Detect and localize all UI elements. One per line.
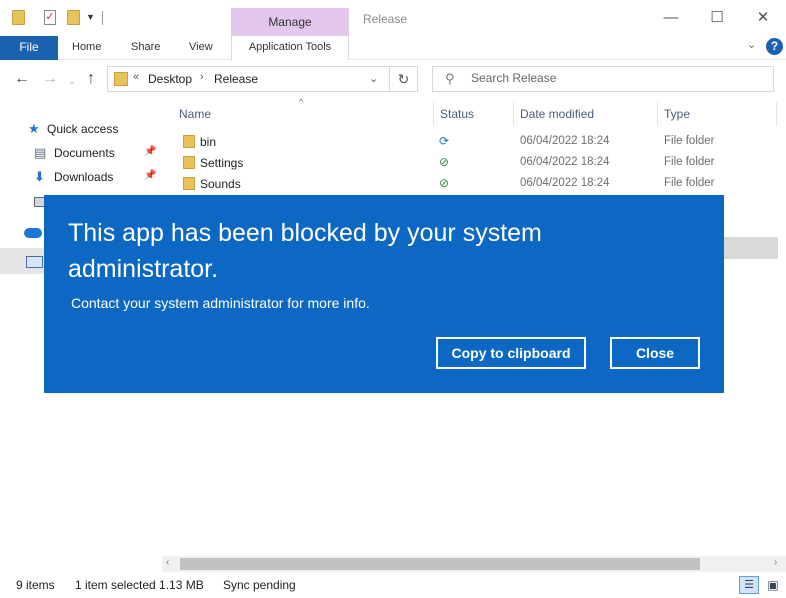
address-row: ← → ⌄ ↑ « Desktop › Release ⌄ ↻ ⚲	[0, 60, 786, 98]
column-divider[interactable]	[776, 102, 777, 126]
file-name: Sounds	[200, 177, 241, 191]
file-type: File folder	[664, 156, 715, 168]
column-header-type[interactable]: Type	[664, 107, 690, 121]
divider	[102, 11, 103, 25]
blocked-app-dialog: This app has been blocked by your system…	[44, 195, 724, 393]
sidebar-item-label: Downloads	[54, 170, 114, 184]
breadcrumb-overflow[interactable]: «	[133, 71, 139, 83]
sidebar-item-label: Documents	[54, 146, 115, 160]
breadcrumb-separator[interactable]: ›	[200, 71, 204, 83]
new-folder-icon[interactable]	[67, 10, 80, 25]
star-icon: ★	[28, 121, 40, 136]
up-arrow-icon[interactable]: ↑	[87, 70, 95, 88]
help-icon[interactable]: ?	[766, 38, 783, 55]
sort-ascending-icon: ^	[299, 97, 304, 107]
computer-icon	[26, 256, 43, 268]
tab-file[interactable]: File	[0, 36, 58, 60]
details-view-icon[interactable]: ☰	[739, 576, 759, 594]
close-button[interactable]: Close	[610, 337, 700, 369]
copy-to-clipboard-button[interactable]: Copy to clipboard	[436, 337, 586, 369]
pin-icon: 📌	[144, 170, 157, 181]
table-row[interactable]: Sounds ⊘ 06/04/2022 18:24 File folder	[162, 174, 786, 195]
search-box[interactable]: ⚲	[432, 66, 774, 92]
close-window-button[interactable]: ✕	[740, 4, 786, 32]
expand-ribbon-icon[interactable]: ⌄	[747, 38, 756, 51]
back-arrow-icon[interactable]: ←	[14, 70, 30, 88]
sync-status: Sync pending	[223, 578, 296, 592]
forward-arrow-icon[interactable]: →	[42, 70, 58, 88]
selection-info: 1 item selected 1.13 MB	[75, 578, 204, 592]
scroll-left-icon[interactable]: ‹	[166, 557, 169, 568]
dialog-message: Contact your system administrator for mo…	[71, 295, 370, 311]
folder-icon	[114, 72, 128, 86]
folder-icon	[12, 10, 25, 25]
tab-manage-label: Manage	[268, 15, 312, 29]
file-name: Settings	[200, 156, 244, 170]
chevron-down-icon[interactable]: ⌄	[369, 72, 378, 85]
documents-icon: ▤	[34, 145, 47, 160]
folder-icon	[183, 156, 195, 169]
column-divider[interactable]	[513, 102, 514, 126]
file-type: File folder	[664, 135, 715, 147]
minimize-button[interactable]: —	[648, 4, 694, 32]
horizontal-scrollbar[interactable]: ‹ ›	[162, 556, 786, 572]
properties-icon[interactable]: ✓	[44, 10, 56, 25]
quick-access-dropdown-icon[interactable]: ▼	[86, 12, 95, 22]
date-modified: 06/04/2022 18:24	[520, 135, 610, 147]
scrollbar-thumb[interactable]	[180, 558, 700, 570]
status-bar: 9 items 1 item selected 1.13 MB Sync pen…	[0, 572, 786, 598]
sidebar-item-label: Quick access	[47, 122, 119, 136]
file-type: File folder	[664, 177, 715, 189]
sidebar-item-documents[interactable]: ▤ Documents 📌	[0, 142, 160, 164]
column-header-date-modified[interactable]: Date modified	[520, 107, 594, 121]
folder-icon	[183, 135, 195, 148]
synced-check-icon: ⊘	[439, 176, 450, 190]
tab-share[interactable]: Share	[131, 36, 160, 60]
recent-locations-icon[interactable]: ⌄	[68, 73, 76, 91]
table-row[interactable]: Settings ⊘ 06/04/2022 18:24 File folder	[162, 153, 786, 174]
dialog-title: This app has been blocked by your system…	[68, 219, 542, 283]
sidebar-item-quick-access[interactable]: ★ Quick access	[0, 118, 160, 140]
tab-application-tools[interactable]: Application Tools	[231, 36, 349, 60]
address-bar[interactable]: « Desktop › Release ⌄	[107, 66, 390, 92]
column-header-status[interactable]: Status	[440, 107, 474, 121]
breadcrumb-desktop[interactable]: Desktop	[148, 72, 192, 86]
pin-icon: 📌	[144, 146, 157, 157]
breadcrumb-release[interactable]: Release	[214, 72, 258, 86]
date-modified: 06/04/2022 18:24	[520, 156, 610, 168]
maximize-button[interactable]: ☐	[694, 4, 740, 32]
title-bar: ✓ ▼ Manage Release — ☐ ✕	[0, 0, 786, 36]
tab-home[interactable]: Home	[72, 36, 101, 60]
date-modified: 06/04/2022 18:24	[520, 177, 610, 189]
window-title: Release	[363, 12, 408, 26]
refresh-icon[interactable]: ↻	[390, 66, 418, 92]
sync-pending-icon: ⟳	[439, 134, 450, 148]
tab-manage[interactable]: Manage	[231, 8, 349, 36]
column-divider[interactable]	[433, 102, 434, 126]
onedrive-cloud-icon[interactable]	[24, 228, 42, 238]
sidebar-item-downloads[interactable]: ⬇ Downloads 📌	[0, 166, 160, 188]
scroll-right-icon[interactable]: ›	[774, 557, 777, 568]
search-input[interactable]	[471, 71, 761, 85]
search-icon: ⚲	[445, 71, 455, 86]
large-icons-view-icon[interactable]: ▣	[763, 576, 783, 594]
column-divider[interactable]	[657, 102, 658, 126]
item-count: 9 items	[16, 578, 55, 592]
ribbon-tabs: File Home Share View Application Tools ⌄…	[0, 36, 786, 60]
table-row[interactable]: bin ⟳ 06/04/2022 18:24 File folder	[162, 132, 786, 153]
download-arrow-icon: ⬇	[34, 169, 45, 184]
synced-check-icon: ⊘	[439, 155, 450, 169]
file-name: bin	[200, 135, 217, 149]
column-header-name[interactable]: Name	[179, 107, 211, 121]
folder-icon	[183, 177, 195, 190]
tab-view[interactable]: View	[189, 36, 213, 60]
